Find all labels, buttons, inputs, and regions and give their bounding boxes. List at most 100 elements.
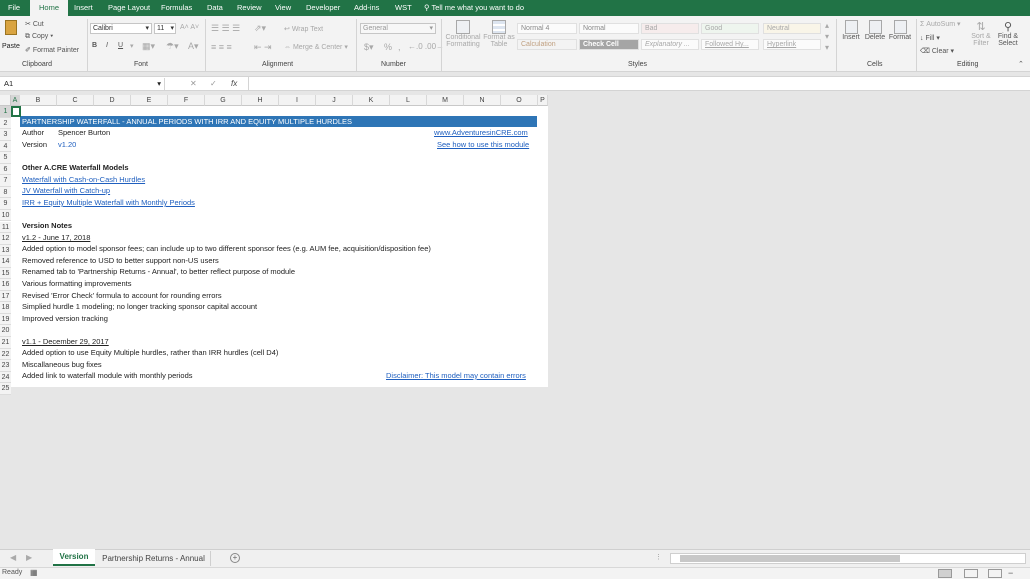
row-header[interactable]: 24 — [0, 371, 11, 384]
style-normal-4[interactable]: Normal 4 — [517, 23, 577, 34]
style-explanatory[interactable]: Explanatory ... — [641, 39, 699, 50]
column-header[interactable]: I — [279, 95, 316, 106]
normal-view-icon[interactable] — [938, 569, 952, 578]
percent-button[interactable]: % — [384, 42, 392, 52]
italic-button[interactable]: I — [106, 42, 108, 49]
orientation-icon[interactable]: ⇗▾ — [254, 23, 266, 34]
insert-cells-button[interactable]: Insert — [840, 20, 862, 41]
fill-button[interactable]: ↓ Fill ▾ — [920, 34, 940, 42]
row-header[interactable]: 25 — [0, 383, 11, 395]
style-check-cell[interactable]: Check Cell — [579, 39, 639, 50]
row-header[interactable]: 23 — [0, 360, 11, 372]
prev-sheet-icon[interactable]: ◀ — [10, 553, 16, 562]
row-header[interactable]: 21 — [0, 337, 11, 349]
row-header[interactable]: 9 — [0, 198, 11, 210]
decimal-icon[interactable]: ←.0 .00→ — [408, 42, 444, 51]
bold-button[interactable]: B — [92, 42, 97, 49]
sort-filter-button[interactable]: ⇅ Sort & Filter — [968, 20, 994, 47]
horizontal-scrollbar[interactable] — [670, 553, 1026, 564]
next-sheet-icon[interactable]: ▶ — [26, 553, 32, 562]
split-handle-icon[interactable]: ⋮ — [655, 553, 662, 561]
style-bad[interactable]: Bad — [641, 23, 699, 34]
tab-formulas[interactable]: Formulas — [161, 0, 192, 16]
select-all-corner[interactable] — [0, 95, 11, 106]
font-size-select[interactable]: 11 ▾ — [154, 23, 176, 34]
row-header[interactable]: 2 — [0, 117, 11, 130]
page-layout-view-icon[interactable] — [964, 569, 978, 578]
tell-me-box[interactable]: ⚲ Tell me what you want to do — [424, 0, 524, 16]
font-name-select[interactable]: Calibri ▾ — [90, 23, 152, 34]
row-header[interactable]: 15 — [0, 267, 11, 280]
row-header[interactable]: 19 — [0, 313, 11, 326]
style-normal[interactable]: Normal — [579, 23, 639, 34]
number-format-select[interactable]: General ▾ — [360, 23, 436, 34]
tab-view[interactable]: View — [275, 0, 291, 16]
wrap-text-button[interactable]: ↩ Wrap Text — [284, 25, 323, 33]
macro-record-icon[interactable]: ▦ — [30, 568, 38, 577]
format-cells-button[interactable]: Format — [887, 20, 913, 41]
row-header[interactable]: 10 — [0, 209, 11, 222]
model-link-coc[interactable]: Waterfall with Cash-on-Cash Hurdles — [22, 174, 145, 185]
fill-color-icon[interactable]: ☂▾ — [166, 41, 179, 52]
row-header[interactable]: 8 — [0, 186, 11, 199]
row-header[interactable]: 12 — [0, 233, 11, 245]
tab-developer[interactable]: Developer — [306, 0, 340, 16]
format-as-table-button[interactable]: Format as Table — [482, 20, 516, 48]
cancel-icon[interactable]: ✕ — [190, 79, 197, 88]
column-header[interactable]: N — [464, 95, 501, 106]
cut-button[interactable]: ✂ Cut — [25, 20, 44, 28]
collapse-ribbon-icon[interactable]: ⌃ — [1018, 60, 1024, 68]
style-calculation[interactable]: Calculation — [517, 39, 577, 50]
conditional-formatting-button[interactable]: Conditional Formatting — [444, 20, 482, 48]
delete-cells-button[interactable]: Delete — [864, 20, 886, 41]
column-header[interactable]: B — [20, 95, 57, 106]
tab-wst[interactable]: WST — [395, 0, 412, 16]
selected-cell-a1[interactable] — [11, 106, 21, 117]
row-header[interactable]: 3 — [0, 129, 11, 141]
indent-icon[interactable]: ⇤ ⇥ — [254, 42, 272, 53]
row-header[interactable]: 4 — [0, 140, 11, 153]
page-break-view-icon[interactable] — [988, 569, 1002, 578]
style-followed-hyperlink[interactable]: Followed Hy... — [701, 39, 759, 50]
formula-input[interactable] — [248, 77, 1030, 90]
autosum-button[interactable]: Σ AutoSum ▾ — [920, 20, 961, 28]
column-header[interactable]: P — [538, 95, 548, 106]
name-box[interactable]: A1 ▾ — [2, 78, 165, 90]
tab-review[interactable]: Review — [237, 0, 262, 16]
currency-button[interactable]: $▾ — [364, 42, 374, 53]
row-header[interactable]: 17 — [0, 290, 11, 303]
row-header[interactable]: 14 — [0, 256, 11, 268]
model-link-monthly[interactable]: IRR + Equity Multiple Waterfall with Mon… — [22, 197, 195, 208]
borders-icon[interactable]: ▦▾ — [142, 41, 155, 52]
column-header[interactable]: A — [11, 95, 20, 106]
zoom-out-icon[interactable]: − — [1008, 568, 1013, 578]
row-header[interactable]: 13 — [0, 244, 11, 257]
add-sheet-icon[interactable]: + — [230, 553, 240, 563]
row-header[interactable]: 18 — [0, 302, 11, 314]
insert-function-button[interactable]: fx — [231, 79, 237, 88]
howto-link[interactable]: See how to use this module — [437, 139, 529, 150]
row-header[interactable]: 16 — [0, 279, 11, 291]
paste-button[interactable]: Paste — [1, 19, 21, 55]
comma-button[interactable]: , — [398, 42, 401, 52]
tab-home[interactable]: Home — [30, 0, 68, 16]
tab-insert[interactable]: Insert — [74, 0, 93, 16]
row-header[interactable]: 7 — [0, 175, 11, 187]
row-header[interactable]: 1 — [0, 106, 11, 118]
align-top-icon[interactable]: ☰ ☰ ☰ — [211, 23, 240, 34]
column-header[interactable]: J — [316, 95, 353, 106]
column-header[interactable]: K — [353, 95, 390, 106]
column-header[interactable]: D — [94, 95, 131, 106]
grow-font-button[interactable]: A˄ A˅ — [180, 24, 199, 31]
clear-button[interactable]: ⌫ Clear ▾ — [920, 47, 954, 55]
column-header[interactable]: L — [390, 95, 427, 106]
row-header[interactable]: 20 — [0, 325, 11, 337]
row-header[interactable]: 22 — [0, 348, 11, 361]
model-link-catchup[interactable]: JV Waterfall with Catch-up — [22, 185, 110, 196]
row-header[interactable]: 6 — [0, 163, 11, 176]
underline-button[interactable]: U — [118, 42, 123, 49]
column-header[interactable]: M — [427, 95, 464, 106]
format-painter-button[interactable]: ✐ Format Painter — [25, 46, 79, 54]
copy-button[interactable]: ⧉ Copy ▾ — [25, 33, 53, 41]
column-header[interactable]: E — [131, 95, 168, 106]
